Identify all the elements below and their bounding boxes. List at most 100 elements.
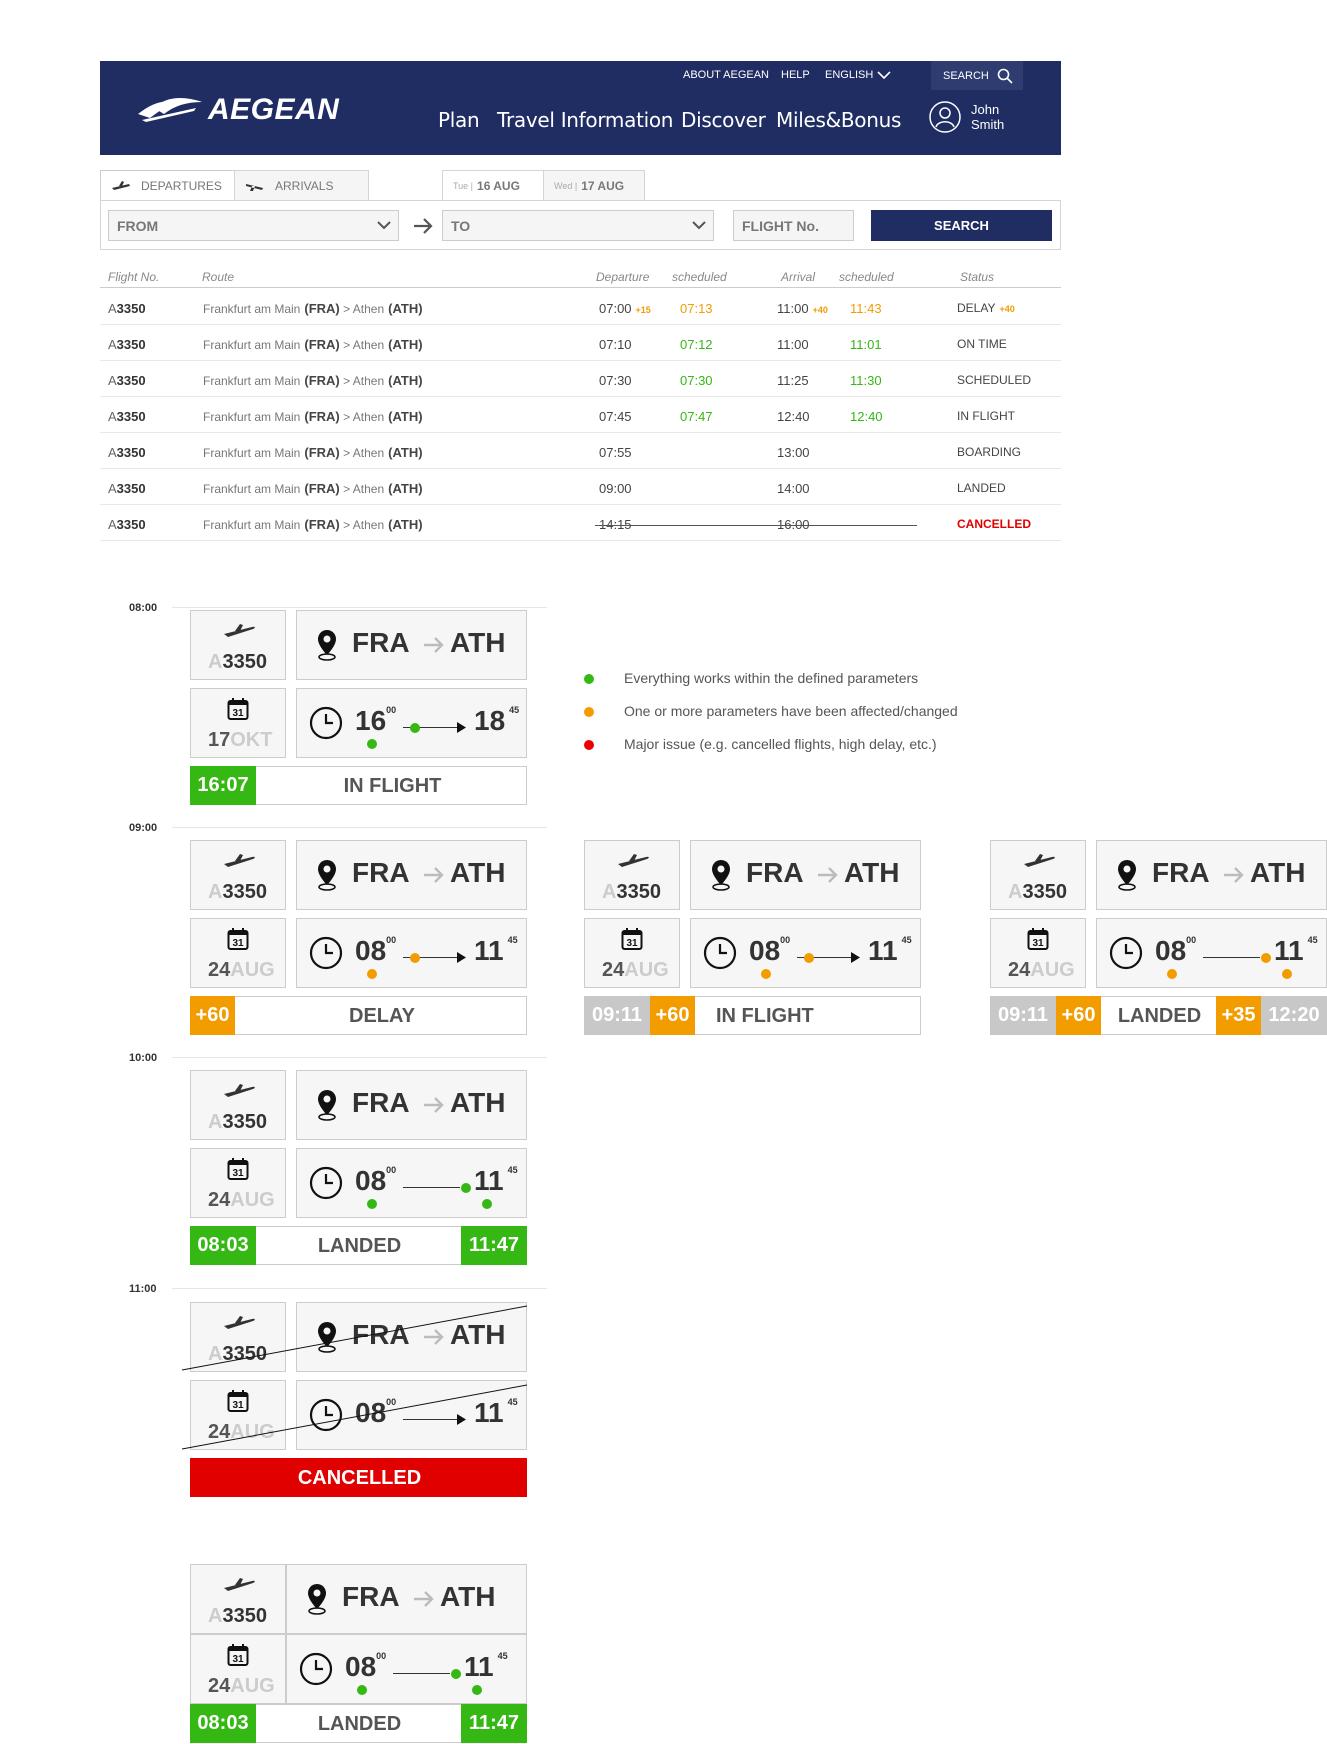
route-arrow-icon: [424, 1097, 444, 1113]
arrival-value: 11:25: [777, 373, 809, 388]
route-sep: >: [339, 446, 353, 460]
flight-number-input[interactable]: FLIGHT No.: [733, 210, 854, 241]
nav-plan[interactable]: Plan: [438, 108, 480, 132]
nav-travel-information[interactable]: Travel Information: [497, 108, 673, 132]
svg-text:31: 31: [626, 938, 638, 949]
flight-card[interactable]: A3350 FRA ATH 31 24AUG 0800 11 45 CANCELLED: [181, 1302, 528, 1502]
route-from: (FRA): [304, 409, 340, 424]
plane-icon: [224, 854, 255, 867]
language-select[interactable]: ENGLISH: [825, 69, 891, 81]
table-row[interactable]: A3350 Frankfurt am Main (FRA) > Athen (ATH)…: [100, 289, 1061, 325]
to-select-value: TO: [451, 217, 471, 234]
card-date: 24AUG: [208, 959, 275, 982]
arrival-minutes: 45: [1307, 935, 1318, 945]
time-box: 0800 11 45: [690, 918, 921, 988]
col-departure: Departure: [596, 270, 650, 284]
flight-prefix: A: [108, 373, 117, 388]
departure-minutes: 00: [386, 1165, 397, 1175]
flight-digits: 3350: [116, 445, 146, 460]
table-row[interactable]: A3350 Frankfurt am Main (FRA) > Athen (ATH)…: [100, 433, 1061, 469]
route-arrow-icon: [818, 867, 838, 883]
flight-card[interactable]: A3350 FRA ATH 31 17OKT 1600 18 45 16:07 IN FLIGHT: [190, 610, 527, 810]
route-arrow-icon: [424, 637, 444, 653]
svg-text:31: 31: [232, 1654, 244, 1665]
nav-miles-bonus[interactable]: Miles&Bonus: [776, 108, 901, 132]
tab-departures[interactable]: DEPARTURES: [100, 170, 235, 201]
departure-minutes: 00: [1186, 935, 1197, 945]
user-last-name: Smith: [971, 117, 1005, 132]
table-row[interactable]: A3350 Frankfurt am Main (FRA) > Athen (ATH)…: [100, 325, 1061, 361]
flight-prefix: A: [108, 409, 117, 424]
table-row[interactable]: A3350 Frankfurt am Main (FRA) > Athen (ATH)…: [100, 361, 1061, 397]
route-sep: >: [339, 518, 353, 532]
date-box: 31 24AUG: [584, 918, 680, 988]
time-connector-line: [403, 1187, 460, 1188]
date-tab-16-aug[interactable]: Tue | 16 AUG: [442, 170, 544, 201]
svg-text:31: 31: [232, 938, 244, 949]
flight-digits: 3350: [116, 373, 146, 388]
route-from: (FRA): [304, 445, 340, 460]
route-from: (FRA): [304, 373, 340, 388]
to-select[interactable]: TO: [442, 210, 714, 241]
route-to-city: Athen: [352, 518, 385, 532]
arrival-status-dot: [482, 1199, 492, 1209]
flight-card[interactable]: A3350 FRA ATH 31 24AUG 0800 11 45 09:11 +60 IN FLI…: [584, 840, 921, 1040]
flight-card[interactable]: A3350 FRA ATH 31 24AUG 0800 11 45 09:11 +60 12:20 +…: [990, 840, 1327, 1040]
time-box: 0800 11 45: [296, 918, 527, 988]
arrival-value: 12:40: [777, 409, 810, 424]
table-row[interactable]: A3350 Frankfurt am Main (FRA) > Athen (ATH)…: [100, 469, 1061, 505]
flight-number-box: A3350: [584, 840, 680, 910]
date-month: AUG: [1030, 959, 1075, 981]
about-link[interactable]: ABOUT AEGEAN: [683, 69, 769, 81]
arrowhead-icon: [457, 722, 466, 733]
route: Frankfurt am Main (FRA) > Athen (ATH): [203, 337, 423, 352]
aegean-logo[interactable]: AEGEAN: [136, 93, 339, 127]
arrival-minutes: 45: [497, 1651, 508, 1661]
status-label: LANDED: [317, 1713, 402, 1735]
header-search-button[interactable]: SEARCH: [931, 61, 1023, 90]
arrival-delay: +40: [812, 305, 828, 315]
departure-value: 07:00: [599, 301, 632, 316]
progress-status-dot: [410, 723, 420, 733]
departure-hour: 16: [355, 705, 387, 736]
card-flight-number: A3350: [208, 1605, 267, 1628]
help-link[interactable]: HELP: [781, 69, 810, 81]
nav-discover[interactable]: Discover: [681, 108, 766, 132]
flight-card[interactable]: A3350 FRA ATH 31 24AUG 0800 11 45 +60 DELAY: [190, 840, 527, 1040]
status-bar: 16:07 IN FLIGHT: [190, 766, 527, 805]
route-from: (FRA): [304, 481, 340, 496]
flight-prefix: A: [108, 481, 117, 496]
status-chip: 16:07: [190, 766, 256, 805]
status-label: DELAY: [349, 1005, 415, 1027]
search-flights-button[interactable]: SEARCH: [871, 210, 1052, 241]
card-date: 24AUG: [602, 959, 669, 982]
tab-arrivals[interactable]: ARRIVALS: [234, 170, 369, 201]
flight-card[interactable]: A3350 FRA ATH 31 24AUG 0800 11 45 08:03 11:47 LAND…: [190, 1070, 527, 1270]
date-tab-17-aug[interactable]: Wed | 17 AUG: [543, 170, 645, 201]
location-pin-icon: [308, 1584, 326, 1615]
flight-card[interactable]: A3350 FRA ATH 31 24AUG 0800 11 45 08:03 11:47 LAND…: [190, 1564, 527, 1744]
departure-time: 1600: [355, 705, 396, 737]
from-select[interactable]: FROM: [108, 210, 399, 241]
timeline-gridline: [172, 1057, 547, 1058]
destination-code: ATH: [450, 627, 506, 658]
legend-text: Major issue (e.g. cancelled flights, hig…: [624, 736, 937, 752]
departure-hour: 08: [1155, 935, 1187, 966]
route-arrow: [816, 865, 840, 890]
route-from-city: Frankfurt am Main: [203, 410, 301, 424]
user-menu[interactable]: John Smith: [929, 101, 1004, 133]
route-from-city: Frankfurt am Main: [203, 518, 301, 532]
calendar-icon: 31: [227, 1644, 249, 1666]
arrival-time: 13:00: [777, 445, 810, 460]
date-box: 31 24AUG: [190, 918, 286, 988]
table-row[interactable]: A3350 Frankfurt am Main (FRA) > Athen (ATH)…: [100, 397, 1061, 433]
col-route: Route: [202, 270, 235, 284]
date-label: 17 AUG: [581, 179, 625, 193]
departure-value: 07:10: [599, 337, 632, 352]
route-to: (ATH): [388, 481, 423, 496]
table-row[interactable]: A3350 Frankfurt am Main (FRA) > Athen (ATH)…: [100, 505, 1061, 541]
flight-number-box: A3350: [190, 610, 286, 680]
origin-code: FRA: [342, 1581, 400, 1612]
route-sep: >: [339, 374, 353, 388]
departure-hour: 08: [345, 1651, 377, 1682]
